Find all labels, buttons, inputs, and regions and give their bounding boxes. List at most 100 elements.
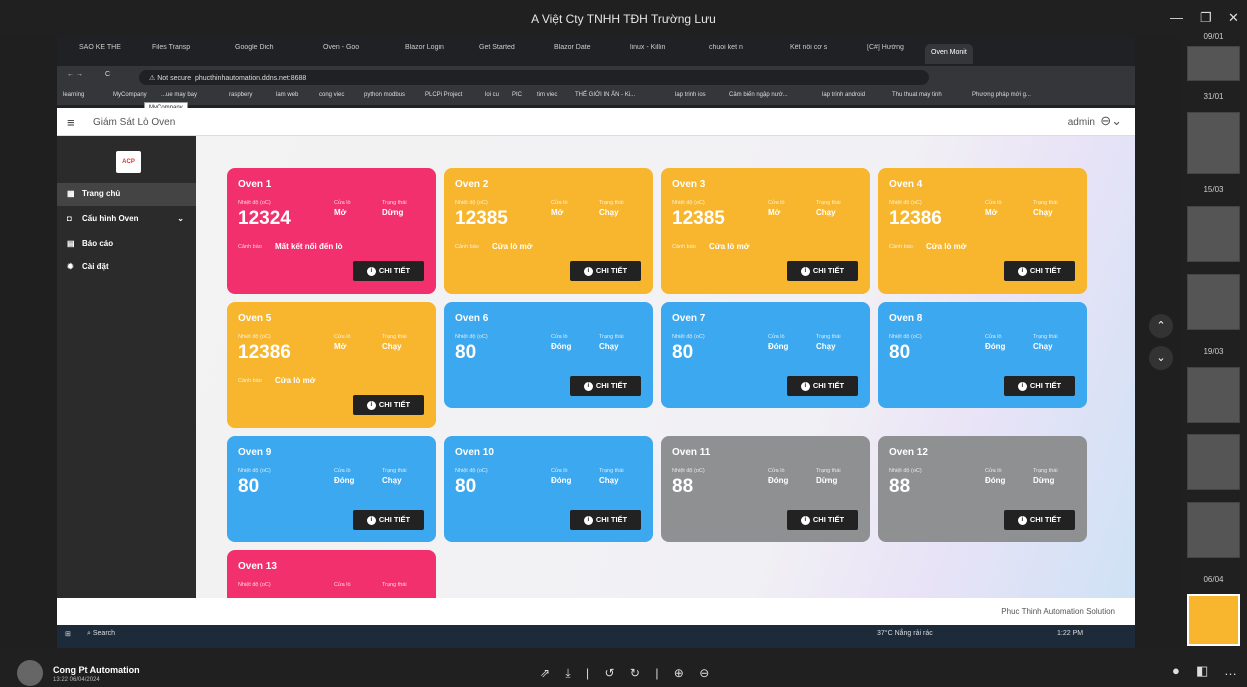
browser-tab[interactable]: Get Started xyxy=(479,44,515,64)
detail-button[interactable]: i CHI TIẾT xyxy=(787,261,858,281)
bookmark[interactable]: PLCPi Project xyxy=(425,92,462,98)
scroll-down-icon[interactable]: ⌄ xyxy=(1149,346,1173,370)
detail-button[interactable]: i CHI TIẾT xyxy=(570,261,641,281)
thumbnail[interactable] xyxy=(1187,367,1240,423)
rotate-right-icon[interactable]: ↻ xyxy=(630,666,646,680)
detail-label: CHI TIẾT xyxy=(595,515,628,524)
bookmark[interactable]: Thu thuat may tinh xyxy=(892,92,942,98)
info-icon: i xyxy=(366,515,376,525)
browser-tab[interactable]: Blazor Login xyxy=(405,44,444,64)
status-label: Trạng thái xyxy=(816,200,841,206)
bookmark[interactable]: THẾ GIỚI IN ẤN - Ki... xyxy=(575,92,635,98)
thumbnail-selected[interactable] xyxy=(1187,594,1240,646)
door-label: Cửa lò xyxy=(334,200,351,206)
user-icon[interactable]: ⊖⌄ xyxy=(1100,113,1122,129)
bookmark[interactable]: raspbery xyxy=(229,92,252,98)
url-field[interactable]: ⚠ Not secure phucthinhautomation.ddns.ne… xyxy=(139,70,929,85)
info-icon[interactable]: ● xyxy=(1172,663,1180,678)
detail-button[interactable]: i CHI TIẾT xyxy=(1004,261,1075,281)
bookmark[interactable]: PIC xyxy=(512,92,522,98)
thumbnail-panel: 09/01 31/01 15/03 19/03 06/04 xyxy=(1180,32,1247,648)
detail-button[interactable]: i CHI TIẾT xyxy=(353,510,424,530)
status-label: Trạng thái xyxy=(1033,200,1058,206)
windows-start-icon[interactable]: ⊞ xyxy=(65,630,71,638)
detail-button[interactable]: i CHI TIẾT xyxy=(570,376,641,396)
detail-button[interactable]: i CHI TIẾT xyxy=(787,376,858,396)
settings-box-icon: ◘ xyxy=(67,214,72,223)
oven-name: Oven 13 xyxy=(238,561,277,572)
detail-label: CHI TIẾT xyxy=(812,266,845,275)
rotate-left-icon[interactable]: ↺ xyxy=(605,666,621,680)
close-icon[interactable]: ✕ xyxy=(1228,10,1239,26)
detail-button[interactable]: i CHI TIẾT xyxy=(1004,376,1075,396)
warning-value: Mất kết nối đến lò xyxy=(275,242,343,251)
sidebar-item-label: Cài đặt xyxy=(82,262,109,271)
thumbnail[interactable] xyxy=(1187,502,1240,558)
bookmark[interactable]: lap trinh ios xyxy=(675,92,706,98)
bookmark[interactable]: ...ue may bay xyxy=(161,92,197,98)
menu-icon[interactable]: ≡ xyxy=(67,115,75,130)
bookmark[interactable]: Cảm biến ngập nướ... xyxy=(729,92,788,98)
status-label: Trạng thái xyxy=(599,334,624,340)
bookmark[interactable]: Phương pháp mới g... xyxy=(972,92,1031,98)
sidebar-item-settings[interactable]: ✹ Cài đặt xyxy=(57,256,196,279)
bookmark[interactable]: python modbus xyxy=(364,92,405,98)
browser-tab[interactable]: [C#] Hướng xyxy=(867,44,904,64)
thumbnail[interactable] xyxy=(1187,206,1240,262)
bookmark[interactable]: lam web xyxy=(276,92,298,98)
oven-card: Oven 10 Nhiệt độ (oC) Cửa lò Trạng thái 80 Đó… xyxy=(444,436,653,542)
oven-name: Oven 8 xyxy=(889,313,923,324)
detail-button[interactable]: i CHI TIẾT xyxy=(353,261,424,281)
bookmark[interactable]: MyCompany xyxy=(113,92,147,98)
browser-tab[interactable]: SAO KE THE xyxy=(79,44,121,64)
browser-tab[interactable]: Oven - Goo xyxy=(323,44,359,64)
temp-label: Nhiệt độ (oC) xyxy=(238,200,271,206)
status-label: Trạng thái xyxy=(1033,468,1058,474)
sidebar-item-home[interactable]: ▦ Trang chủ xyxy=(57,183,196,206)
more-icon[interactable]: … xyxy=(1224,663,1237,678)
browser-tab[interactable]: Files Transp xyxy=(152,44,190,64)
zoom-in-icon[interactable]: ⊕ xyxy=(674,666,690,680)
status-label: Trạng thái xyxy=(599,468,624,474)
browser-tab[interactable]: Blazor Date xyxy=(554,44,591,64)
browser-tab[interactable]: Google Dich xyxy=(235,44,274,64)
temperature-value: 88 xyxy=(672,476,694,497)
avatar xyxy=(17,660,43,686)
temp-label: Nhiệt độ (oC) xyxy=(455,468,488,474)
temp-label: Nhiệt độ (oC) xyxy=(672,468,705,474)
oven-name: Oven 9 xyxy=(238,447,272,458)
thumbnail[interactable] xyxy=(1187,274,1240,330)
thumbnail[interactable] xyxy=(1187,112,1240,174)
browser-tab[interactable]: linux - Killin xyxy=(630,44,665,64)
detail-button[interactable]: i CHI TIẾT xyxy=(1004,510,1075,530)
zoom-out-icon[interactable]: ⊖ xyxy=(699,666,715,680)
restore-icon[interactable]: ❐ xyxy=(1200,10,1212,26)
bookmark[interactable]: tim viec xyxy=(537,92,557,98)
back-icon[interactable]: ← → xyxy=(67,71,83,78)
thumbnail[interactable] xyxy=(1187,46,1240,81)
browser-tab-active[interactable]: Oven Monit xyxy=(925,44,973,64)
browser-tab[interactable]: chuoi ket n xyxy=(709,44,743,64)
detail-label: CHI TIẾT xyxy=(1029,266,1062,275)
door-value: Đóng xyxy=(334,476,355,485)
oven-name: Oven 12 xyxy=(889,447,928,458)
reload-icon[interactable]: C xyxy=(105,71,110,78)
thumbnail[interactable] xyxy=(1187,434,1240,490)
download-icon[interactable]: ⤓ xyxy=(565,666,576,680)
bookmark[interactable]: lap trinh android xyxy=(822,92,865,98)
bookmark[interactable]: cong viec xyxy=(319,92,344,98)
sidebar-item-reports[interactable]: ▤ Báo cáo xyxy=(57,233,196,256)
file-icon: ▤ xyxy=(67,239,75,248)
detail-button[interactable]: i CHI TIẾT xyxy=(353,395,424,415)
minimize-icon[interactable]: — xyxy=(1170,10,1183,25)
detail-button[interactable]: i CHI TIẾT xyxy=(787,510,858,530)
sidebar-item-oven-config[interactable]: ◘ Cấu hình Oven ⌄ xyxy=(57,208,196,231)
panel-toggle-icon[interactable]: ◧ xyxy=(1196,663,1208,679)
bookmark[interactable]: loi cu xyxy=(485,92,499,98)
share-icon[interactable]: ⇗ xyxy=(540,666,556,680)
detail-button[interactable]: i CHI TIẾT xyxy=(570,510,641,530)
bookmark[interactable]: learning xyxy=(63,92,84,98)
browser-tab[interactable]: Kết nối cơ s xyxy=(790,44,827,64)
taskbar-search[interactable]: ⌕ Search xyxy=(87,630,115,638)
scroll-up-icon[interactable]: ⌃ xyxy=(1149,314,1173,338)
